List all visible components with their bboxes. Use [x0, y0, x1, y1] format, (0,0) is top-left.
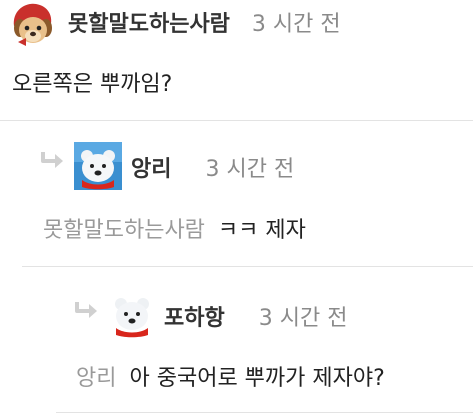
timestamp[interactable]: 3 시간 전 [252, 6, 341, 38]
author-name[interactable]: 포하항 [164, 300, 225, 332]
avatar-polar-bear-icon[interactable] [74, 142, 122, 190]
comment-text-content: 아 중국어로 뿌까가 제자야? [129, 366, 385, 391]
reply-arrow-icon [74, 300, 100, 320]
comment-text: 오른쪽은 뿌까임? [12, 66, 172, 98]
comment-text-content: ㅋㅋ 제자 [217, 218, 306, 243]
mention-link[interactable]: 못할말도하는사람 [43, 218, 205, 243]
divider [56, 412, 473, 413]
comment-text: 앙리 아 중국어로 뿌까가 제자야? [76, 360, 385, 392]
timestamp[interactable]: 3 시간 전 [205, 151, 294, 183]
timestamp[interactable]: 3 시간 전 [259, 300, 348, 332]
author-name[interactable]: 못할말도하는사람 [68, 6, 230, 38]
author-name[interactable]: 앙리 [131, 151, 171, 183]
divider [0, 120, 473, 121]
avatar-puppy-icon[interactable] [8, 0, 56, 48]
comment-text: 못할말도하는사람 ㅋㅋ 제자 [43, 212, 306, 244]
mention-link[interactable]: 앙리 [76, 366, 116, 391]
avatar-polar-bear-icon[interactable] [108, 290, 156, 338]
reply-arrow-icon [40, 150, 66, 170]
comment-text-content: 오른쪽은 뿌까임? [12, 72, 173, 97]
divider [22, 266, 473, 267]
